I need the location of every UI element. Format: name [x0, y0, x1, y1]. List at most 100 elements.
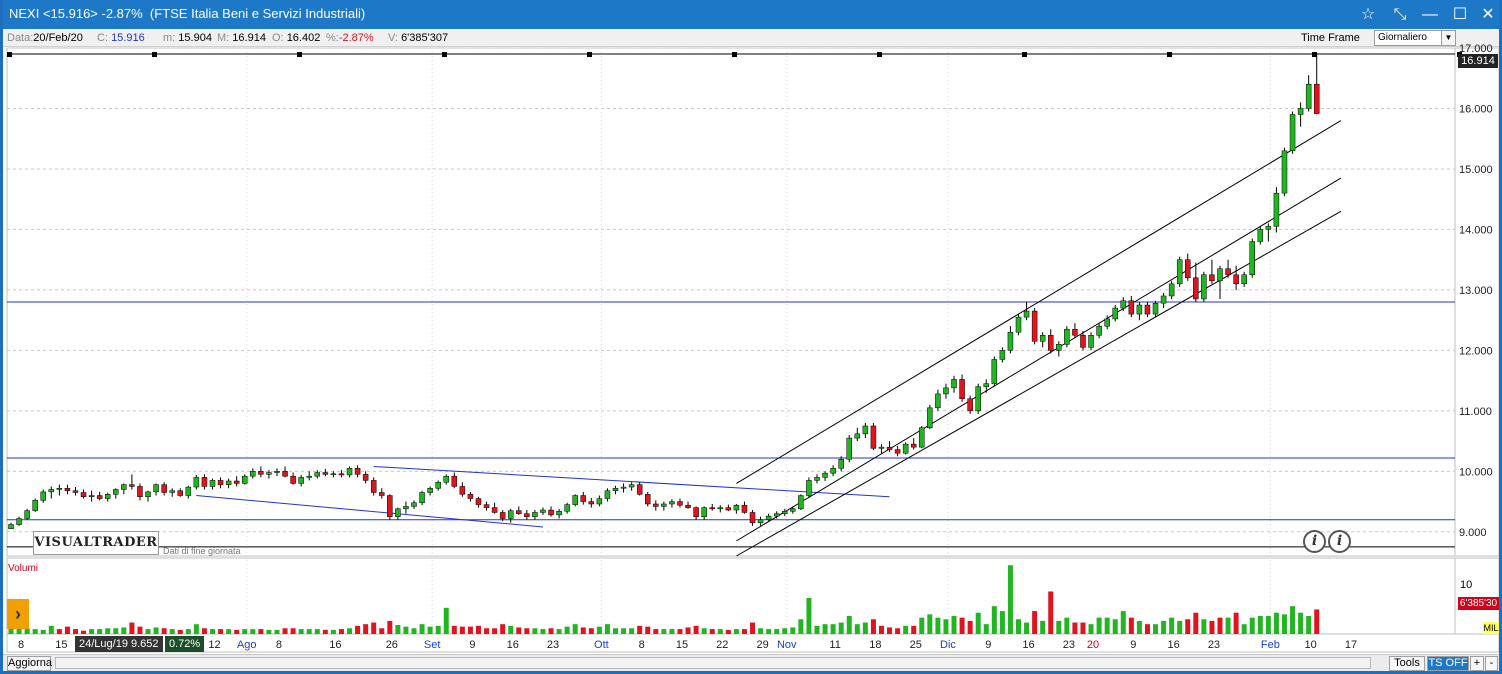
x-tick-label: 9 — [469, 639, 475, 651]
volume-bar — [975, 612, 981, 634]
volume-bar — [629, 628, 635, 634]
tools-button[interactable]: Tools — [1389, 656, 1425, 671]
candle-body — [902, 443, 909, 454]
volume-bar — [298, 629, 304, 634]
candle-body — [1265, 226, 1272, 230]
x-tick-label: Ago — [237, 639, 257, 651]
info-icon[interactable]: i — [1303, 530, 1326, 553]
candle-body — [669, 501, 675, 505]
candle-body — [1193, 277, 1199, 300]
candle-body — [1072, 328, 1078, 336]
volume-bar — [1177, 620, 1183, 634]
volume-bar — [637, 625, 643, 634]
volume-bar — [467, 626, 473, 634]
volume-bar — [701, 628, 707, 634]
line-handle — [442, 52, 447, 58]
volume-bar — [1193, 612, 1199, 634]
candle-body — [830, 468, 836, 474]
volume-bar — [1161, 620, 1167, 634]
volume-bar — [169, 629, 175, 634]
y-tick-label: 14.000 — [1459, 224, 1493, 236]
volume-bar — [403, 626, 409, 634]
candle-body — [991, 359, 998, 384]
volume-bar — [226, 629, 232, 634]
price-axis — [1454, 47, 1499, 557]
candle-body — [935, 393, 941, 409]
y-tick-label: 10.000 — [1459, 466, 1493, 478]
candle-body — [32, 500, 38, 511]
x-tick-label: 23 — [1063, 639, 1075, 651]
volume-bar — [1136, 620, 1142, 634]
candle-body — [507, 510, 514, 519]
candle-body — [927, 407, 933, 429]
candle-body — [1249, 241, 1255, 276]
volume-bar — [314, 629, 320, 634]
volume-bar — [580, 627, 586, 634]
zoom-out-button[interactable]: - — [1485, 656, 1498, 671]
candle-body — [1176, 259, 1183, 285]
volume-bar — [40, 629, 46, 634]
volume-bar — [862, 622, 868, 634]
volume-bar — [878, 625, 884, 634]
volume-bar — [443, 607, 449, 634]
volume-bar — [72, 629, 78, 634]
horizontal-scrollbar[interactable] — [55, 657, 1371, 669]
volume-bar — [524, 628, 530, 634]
volume-bar — [1241, 624, 1247, 634]
candle-body — [838, 458, 844, 469]
x-tick-label: Dic — [940, 639, 956, 651]
update-button[interactable]: Aggiorna — [7, 656, 52, 671]
candle-body — [999, 350, 1006, 360]
candle-body — [56, 488, 63, 490]
volume-bar — [218, 629, 224, 634]
candle-body — [1257, 229, 1264, 242]
ts-off-button[interactable]: TS OFF — [1427, 656, 1469, 671]
volume-bar — [540, 629, 546, 634]
volume-bar — [1290, 606, 1296, 634]
x-tick-label: 25 — [910, 639, 922, 651]
candle-body — [1047, 335, 1054, 351]
volume-label: Volumi — [8, 563, 39, 574]
candle-body — [483, 504, 490, 508]
volume-bar — [516, 627, 522, 634]
candle-body — [427, 488, 433, 493]
volume-bar — [322, 629, 328, 634]
zoom-in-button[interactable]: + — [1470, 656, 1484, 671]
candle-body — [1031, 310, 1038, 342]
volume-bar — [1007, 565, 1013, 634]
volume-bar — [1096, 617, 1102, 634]
candle-body — [24, 510, 30, 519]
volume-bar — [250, 629, 256, 634]
volume-bar — [242, 629, 248, 634]
volume-bar — [935, 617, 941, 634]
candle-body — [467, 494, 474, 499]
candle-body — [201, 477, 208, 487]
candle-body — [40, 491, 46, 501]
volume-bar — [1298, 612, 1304, 634]
candle-body — [1233, 274, 1239, 285]
volume-bar — [1233, 612, 1239, 634]
volume-bar — [685, 627, 691, 634]
volume-bar — [435, 625, 441, 634]
volume-bar — [613, 628, 618, 634]
y-tick-label: 15.000 — [1459, 164, 1493, 176]
line-handle — [7, 52, 12, 58]
volume-bar — [532, 628, 538, 634]
line-handle — [1167, 52, 1172, 58]
candle-body — [153, 484, 159, 493]
candle-body — [209, 480, 216, 487]
candle-body — [757, 519, 764, 523]
candle-body — [499, 512, 506, 519]
candle-body — [258, 471, 264, 475]
info-icon-2[interactable]: i — [1328, 530, 1351, 553]
candle-body — [790, 508, 796, 512]
volume-bar — [137, 626, 143, 634]
candle-body — [370, 480, 377, 493]
y-tick-label: 12.000 — [1459, 345, 1493, 357]
volume-bar — [379, 628, 385, 634]
volume-bar — [338, 629, 344, 634]
candle-body — [1305, 84, 1312, 109]
line-handle — [587, 52, 592, 58]
chevron-right-icon[interactable]: › — [7, 599, 29, 629]
x-tick-label: 17 — [1345, 639, 1357, 651]
